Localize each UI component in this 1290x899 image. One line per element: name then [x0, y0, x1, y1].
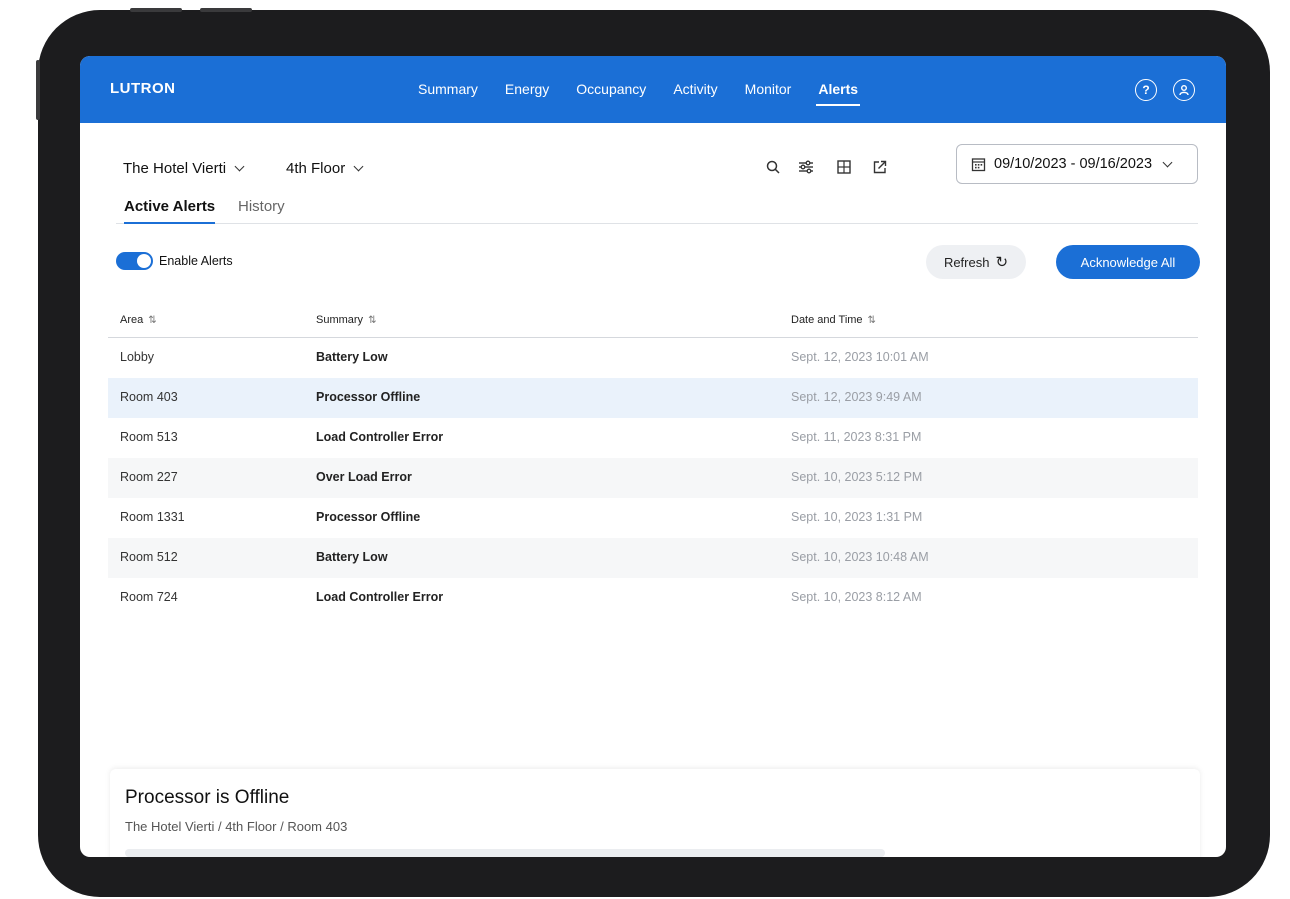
date-range-picker[interactable]: 09/10/2023 - 09/16/2023 — [956, 144, 1198, 184]
date-range-value: 09/10/2023 - 09/16/2023 — [994, 156, 1153, 172]
sort-icon: ⇅ — [867, 315, 876, 326]
top-navbar: LUTRON Summary Energy Occupancy Activity… — [80, 56, 1226, 123]
nav-alerts[interactable]: Alerts — [816, 81, 860, 106]
cell-area: Lobby — [120, 350, 155, 364]
alert-detail-description — [125, 849, 885, 857]
cell-date: Sept. 10, 2023 10:48 AM — [791, 550, 929, 564]
table-row[interactable]: Room 724 Load Controller Error Sept. 10,… — [108, 578, 1198, 618]
property-select-label: The Hotel Vierti — [123, 160, 227, 177]
cell-date: Sept. 12, 2023 9:49 AM — [791, 390, 922, 404]
column-label: Date and Time — [791, 314, 863, 326]
chevron-down-icon — [1162, 157, 1173, 167]
account-icon[interactable] — [1173, 79, 1195, 101]
nav-energy[interactable]: Energy — [505, 81, 549, 103]
alert-detail-title: Processor is Offline — [125, 787, 290, 808]
refresh-label: Refresh — [943, 254, 990, 270]
property-select[interactable]: The Hotel Vierti — [123, 160, 245, 177]
floor-select[interactable]: 4th Floor — [286, 160, 364, 177]
cell-area: Room 724 — [120, 590, 178, 604]
table-row[interactable]: Room 227 Over Load Error Sept. 10, 2023 … — [108, 458, 1198, 498]
tablet-side-button — [36, 60, 40, 120]
table-row[interactable]: Room 512 Battery Low Sept. 10, 2023 10:4… — [108, 538, 1198, 578]
cell-date: Sept. 12, 2023 10:01 AM — [791, 350, 929, 364]
sort-icon: ⇅ — [368, 315, 377, 326]
export-icon[interactable] — [868, 155, 892, 179]
cell-summary: Processor Offline — [316, 510, 421, 524]
column-header-area[interactable]: Area ⇅ — [120, 314, 157, 326]
cell-summary: Load Controller Error — [316, 590, 444, 604]
refresh-button[interactable]: Refresh ↻ — [926, 245, 1026, 279]
alert-detail-card: Processor is Offline The Hotel Vierti / … — [110, 769, 1200, 857]
acknowledge-all-button[interactable]: Acknowledge All — [1056, 245, 1200, 279]
lutron-logo: LUTRON — [110, 80, 176, 97]
column-header-summary[interactable]: Summary ⇅ — [316, 314, 376, 326]
enable-alerts-label: Enable Alerts — [159, 254, 233, 268]
enable-alerts-toggle[interactable] — [116, 252, 153, 270]
cell-area: Room 227 — [120, 470, 178, 484]
help-icon[interactable]: ? — [1135, 79, 1157, 101]
nav-summary[interactable]: Summary — [418, 81, 478, 103]
cell-date: Sept. 10, 2023 8:12 AM — [791, 590, 922, 604]
chevron-down-icon — [353, 161, 364, 172]
tablet-top-button — [130, 8, 182, 12]
tablet-top-button — [200, 8, 252, 12]
refresh-icon: ↻ — [995, 254, 1009, 271]
app-screen: LUTRON Summary Energy Occupancy Activity… — [80, 56, 1226, 857]
cell-area: Room 513 — [120, 430, 178, 444]
cell-summary: Processor Offline — [316, 390, 421, 404]
nav-monitor[interactable]: Monitor — [745, 81, 792, 103]
tab-history[interactable]: History — [238, 198, 285, 224]
cell-area: Room 403 — [120, 390, 178, 404]
layout-icon[interactable] — [832, 155, 856, 179]
column-label: Area — [120, 314, 144, 326]
alert-detail-path: The Hotel Vierti / 4th Floor / Room 403 — [125, 819, 348, 834]
cell-area: Room 1331 — [120, 510, 185, 524]
cell-summary: Load Controller Error — [316, 430, 444, 444]
table-header: Area ⇅ Summary ⇅ Date and Time ⇅ — [108, 302, 1198, 338]
cell-summary: Battery Low — [316, 350, 388, 364]
sort-icon: ⇅ — [148, 315, 157, 326]
table-row[interactable]: Lobby Battery Low Sept. 12, 2023 10:01 A… — [108, 338, 1198, 378]
nav-occupancy[interactable]: Occupancy — [576, 81, 646, 103]
chevron-down-icon — [234, 161, 245, 172]
table-row[interactable]: Room 403 Processor Offline Sept. 12, 202… — [108, 378, 1198, 418]
cell-summary: Battery Low — [316, 550, 388, 564]
cell-date: Sept. 10, 2023 1:31 PM — [791, 510, 923, 524]
main-nav: Summary Energy Occupancy Activity Monito… — [418, 81, 885, 106]
tab-active-alerts[interactable]: Active Alerts — [124, 198, 216, 224]
column-label: Summary — [316, 314, 364, 326]
table-row[interactable]: Room 513 Load Controller Error Sept. 11,… — [108, 418, 1198, 458]
table-row[interactable]: Room 1331 Processor Offline Sept. 10, 20… — [108, 498, 1198, 538]
cell-summary: Over Load Error — [316, 470, 412, 484]
calendar-icon — [971, 157, 986, 172]
toggle-knob — [137, 254, 151, 268]
cell-date: Sept. 11, 2023 8:31 PM — [791, 430, 922, 444]
alerts-tabs: Active Alerts History — [116, 198, 1198, 224]
nav-activity[interactable]: Activity — [673, 81, 717, 103]
search-icon[interactable] — [761, 155, 785, 179]
cell-area: Room 512 — [120, 550, 178, 564]
cell-date: Sept. 10, 2023 5:12 PM — [791, 470, 923, 484]
filter-icon[interactable] — [794, 155, 818, 179]
floor-select-label: 4th Floor — [286, 160, 346, 177]
column-header-date[interactable]: Date and Time ⇅ — [791, 314, 876, 326]
